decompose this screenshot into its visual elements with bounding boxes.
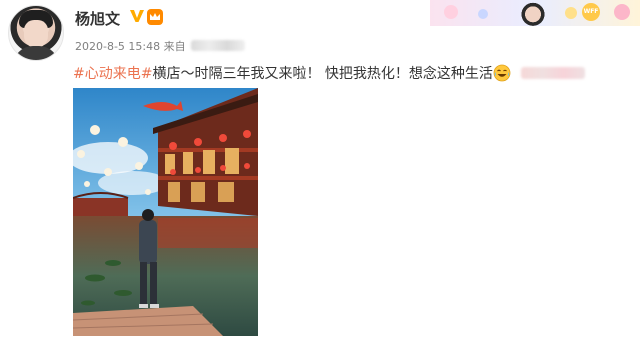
post-content: #心动来电#横店～时隔三年我又来啦！ 快把我热化！想念这种生活 [73,63,585,83]
member-crown-icon[interactable] [146,8,164,26]
post-body-text: 横店～时隔三年我又来啦！ 快把我热化！想念这种生活 [152,66,493,82]
balloon-icon [614,4,630,20]
avatar-face [24,20,48,48]
balloon-icon [444,5,458,19]
source-blurred [191,40,246,51]
verified-icon[interactable] [129,8,145,24]
hashtag-link[interactable]: #心动来电# [73,66,152,82]
banner-badge: WFF [582,3,600,21]
star-icon [565,7,577,19]
balloon-icon [478,9,488,19]
post-meta: 2020-8-5 15:48 来自 [75,38,246,54]
text-blurred [520,67,585,79]
post-timestamp[interactable]: 2020-8-5 15:48 [75,40,160,53]
banner-portrait [518,0,548,26]
avatar[interactable] [8,5,64,61]
laughing-tears-icon [493,64,511,82]
username[interactable]: 杨旭文 [75,8,120,29]
post-source-label: 来自 [163,40,186,53]
decorative-banner: WFF [430,0,640,26]
post-photo[interactable] [73,88,258,336]
avatar-shoulders [13,46,59,60]
